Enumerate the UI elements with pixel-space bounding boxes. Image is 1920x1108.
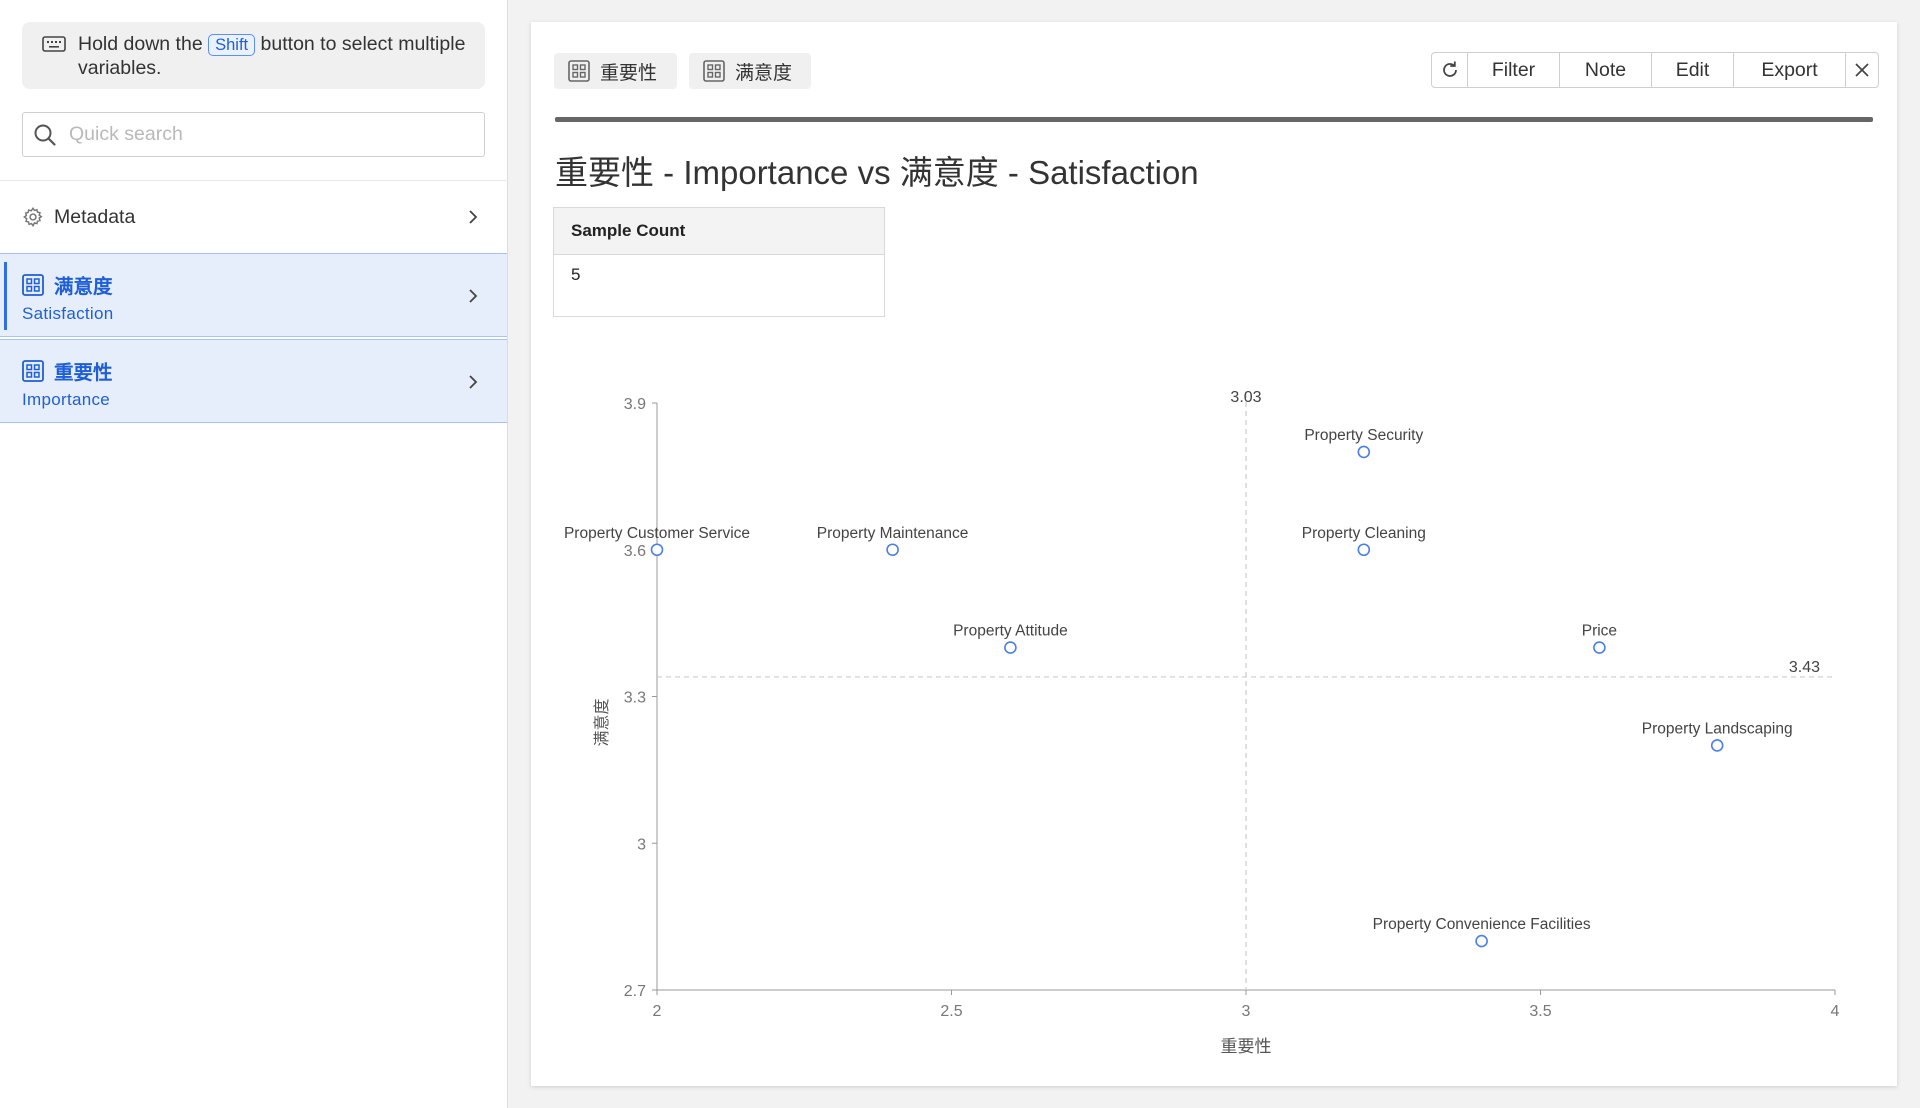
grid-variable-icon <box>703 60 725 82</box>
variable-tab-importance[interactable]: 重要性 <box>554 53 677 89</box>
data-point <box>886 543 899 557</box>
variable-item-importance[interactable]: 重要性 Importance <box>0 339 507 423</box>
panel-toolbar: Filter Note Edit Export <box>1431 52 1879 88</box>
data-point-label: Property Landscaping <box>1642 720 1793 737</box>
sample-count-table: Sample Count 5 <box>553 207 885 317</box>
refresh-button[interactable] <box>1432 53 1468 87</box>
y-axis-title: 满意度 <box>592 698 611 746</box>
y-tick-label: 3 <box>637 836 646 853</box>
variable-subtitle: Importance <box>22 390 111 409</box>
y-tick-label: 2.7 <box>624 983 646 1000</box>
variable-item-satisfaction[interactable]: 满意度 Satisfaction <box>0 253 507 337</box>
quick-search[interactable] <box>22 112 485 157</box>
data-point-label: Property Attitude <box>953 623 1068 640</box>
sample-count-value: 5 <box>571 265 581 284</box>
data-point-label: Price <box>1582 623 1617 640</box>
grid-variable-icon <box>22 273 44 296</box>
data-point <box>650 543 664 557</box>
variable-subtitle: Satisfaction <box>22 304 114 323</box>
data-point <box>1475 934 1488 948</box>
x-axis-title: 重要性 <box>1221 1037 1272 1056</box>
search-icon <box>34 124 56 146</box>
y-tick-label: 3.3 <box>624 690 646 707</box>
data-point <box>1357 543 1371 557</box>
x-tick-label: 2 <box>653 1003 662 1020</box>
x-tick-label: 3 <box>1242 1003 1251 1020</box>
chart-title: 重要性 - Importance vs 满意度 - Satisfaction <box>555 154 1199 191</box>
y-tick-label: 3.9 <box>624 396 646 413</box>
shift-hint: Hold down the Shift button to select mul… <box>22 22 485 89</box>
search-input[interactable] <box>67 122 451 147</box>
export-button[interactable]: Export <box>1734 53 1846 87</box>
reference-x-label: 3.03 <box>1230 389 1261 406</box>
close-button[interactable] <box>1846 53 1878 87</box>
reference-y-label: 3.43 <box>1789 659 1820 676</box>
scatter-chart: 2.7 3 3.3 3.6 3.9 2 2.5 3 3.5 4 3.03 3.43 重要性 满意度 Prop… <box>564 389 1840 1056</box>
data-point-label: Property Convenience Facilities <box>1373 916 1591 933</box>
refresh-icon <box>1442 61 1457 77</box>
metadata-label: Metadata <box>54 205 136 228</box>
gear-icon <box>23 207 43 228</box>
grid-variable-icon <box>22 359 44 382</box>
tab-label: 满意度 <box>735 62 793 84</box>
shift-key-badge: Shift <box>208 34 256 56</box>
x-tick-label: 4 <box>1831 1003 1840 1020</box>
x-tick-label: 2.5 <box>940 1003 962 1020</box>
hint-prefix: Hold down the <box>78 33 203 55</box>
data-point-label: Property Maintenance <box>817 525 969 542</box>
progress-bar <box>555 117 1873 122</box>
data-point <box>1357 445 1371 459</box>
keyboard-icon <box>42 36 66 52</box>
data-point <box>1593 641 1606 654</box>
variable-name: 满意度 <box>54 276 113 298</box>
metadata-row[interactable]: Metadata <box>0 181 507 253</box>
sidebar: Hold down the Shift button to select mul… <box>0 0 508 1108</box>
variable-tab-satisfaction[interactable]: 满意度 <box>689 53 811 89</box>
close-icon <box>1855 63 1869 77</box>
analysis-panel: 重要性 满意度 Filter Note Edit Export 重要性 - Im… <box>531 22 1897 1086</box>
note-button[interactable]: Note <box>1560 53 1652 87</box>
data-point <box>1004 641 1017 654</box>
chevron-right-icon <box>469 210 478 224</box>
tab-label: 重要性 <box>600 62 658 84</box>
data-point <box>1710 739 1724 752</box>
sample-count-header: Sample Count <box>554 208 884 255</box>
y-tick-label: 3.6 <box>624 543 646 560</box>
data-point-label: Property Cleaning <box>1302 525 1426 542</box>
chevron-right-icon <box>469 289 478 303</box>
x-tick-label: 3.5 <box>1529 1003 1551 1020</box>
edit-button[interactable]: Edit <box>1652 53 1734 87</box>
filter-button[interactable]: Filter <box>1468 53 1560 87</box>
grid-variable-icon <box>568 60 590 82</box>
chevron-right-icon <box>469 375 478 389</box>
data-point-label: Property Customer Service <box>564 525 750 542</box>
data-point-label: Property Security <box>1304 427 1423 444</box>
variable-name: 重要性 <box>54 362 113 384</box>
